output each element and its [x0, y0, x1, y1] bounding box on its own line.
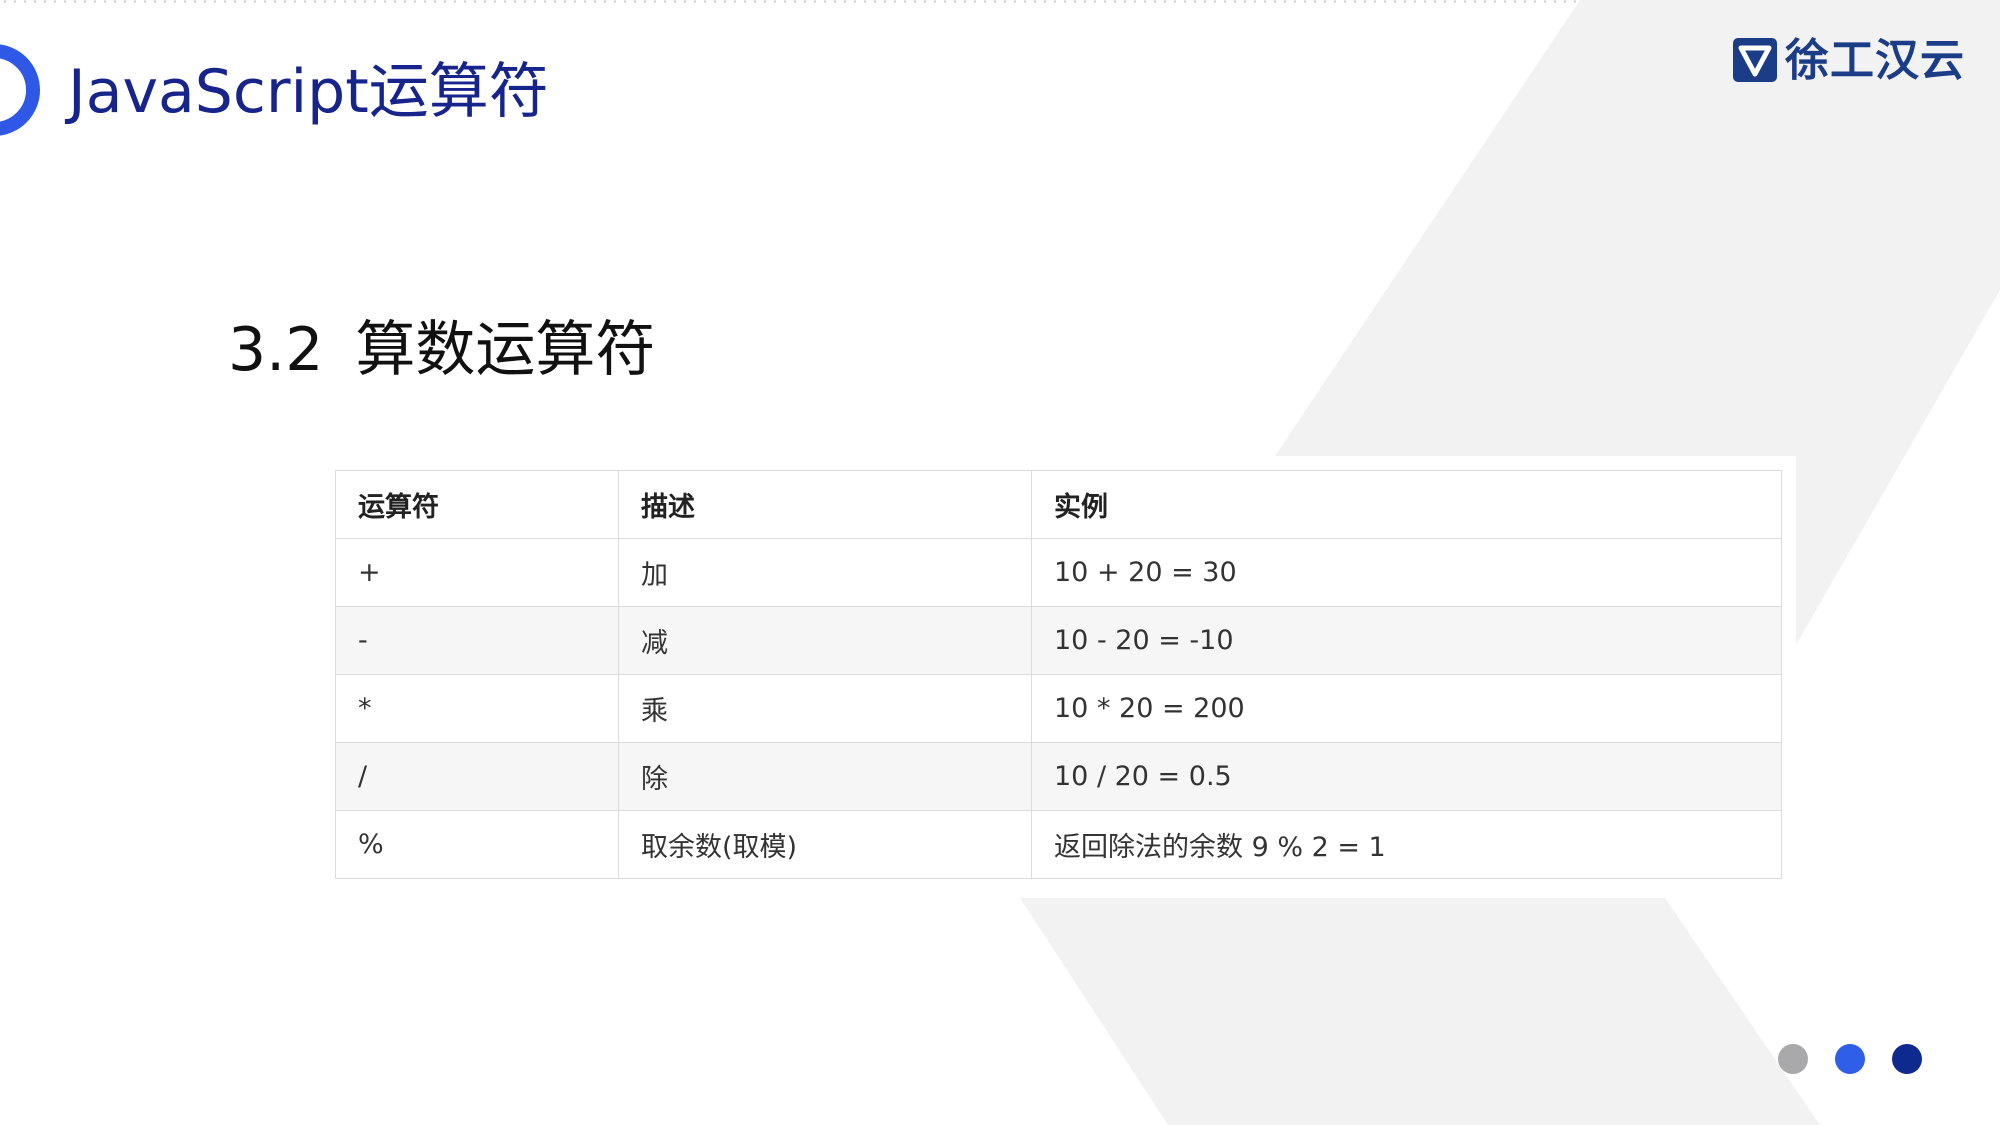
header-description: 描述 — [618, 470, 1032, 539]
cell-operator: % — [335, 810, 619, 879]
table-row: + 加 10 + 20 = 30 — [335, 538, 1782, 607]
header-example: 实例 — [1031, 470, 1782, 539]
cell-description: 除 — [618, 742, 1032, 811]
table-header-row: 运算符 描述 实例 — [335, 470, 1782, 539]
background-band-lower — [1020, 898, 1820, 1125]
cell-example: 10 * 20 = 200 — [1031, 674, 1782, 743]
logo-text: 徐工汉云 — [1785, 35, 1965, 86]
cell-operator: + — [335, 538, 619, 607]
header-operator: 运算符 — [335, 470, 619, 539]
xcmg-logo-icon — [1733, 38, 1777, 82]
pagination-dot-1[interactable] — [1778, 1044, 1808, 1074]
cell-operator: - — [335, 606, 619, 675]
cell-example: 10 + 20 = 30 — [1031, 538, 1782, 607]
cell-description: 减 — [618, 606, 1032, 675]
section-heading: 3.2 算数运算符 — [228, 310, 655, 390]
table-row: - 减 10 - 20 = -10 — [335, 606, 1782, 675]
pagination-dot-2[interactable] — [1835, 1044, 1865, 1074]
table-row: / 除 10 / 20 = 0.5 — [335, 742, 1782, 811]
cell-operator: * — [335, 674, 619, 743]
company-logo: 徐工汉云 — [1733, 35, 1965, 88]
section-title: 算数运算符 — [355, 315, 656, 385]
cell-example: 10 - 20 = -10 — [1031, 606, 1782, 675]
table-row: % 取余数(取模) 返回除法的余数 9 % 2 = 1 — [335, 810, 1782, 879]
cell-example: 10 / 20 = 0.5 — [1031, 742, 1782, 811]
table-row: * 乘 10 * 20 = 200 — [335, 674, 1782, 743]
page-title: JavaScript运算符 — [68, 57, 549, 127]
cell-description: 取余数(取模) — [618, 810, 1032, 879]
pagination-dot-3[interactable] — [1892, 1044, 1922, 1074]
cell-example: 返回除法的余数 9 % 2 = 1 — [1031, 810, 1782, 879]
section-number: 3.2 — [228, 315, 324, 385]
operators-table: 运算符 描述 实例 + 加 10 + 20 = 30 - 减 10 - 20 =… — [335, 470, 1782, 879]
cell-operator: / — [335, 742, 619, 811]
cell-description: 乘 — [618, 674, 1032, 743]
cell-description: 加 — [618, 538, 1032, 607]
